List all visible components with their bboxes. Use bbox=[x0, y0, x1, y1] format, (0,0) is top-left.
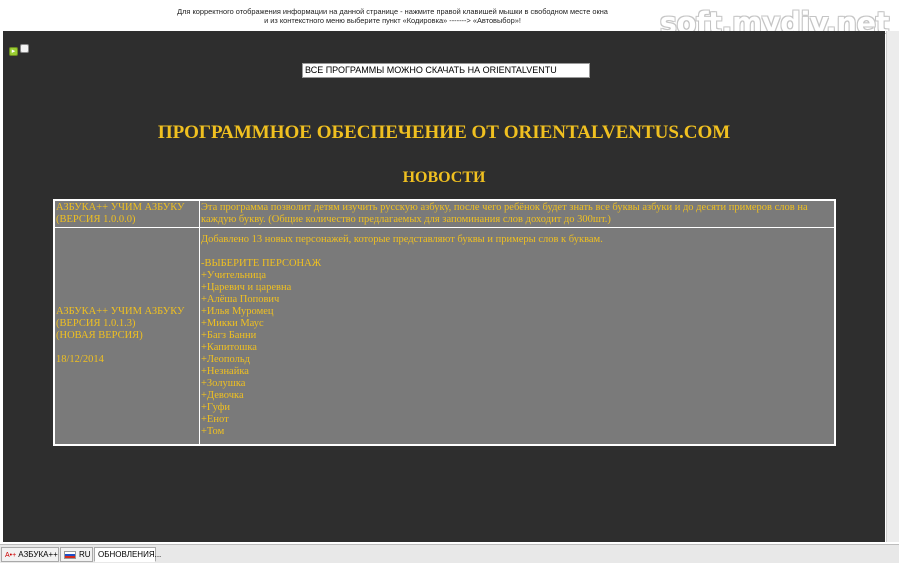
download-banner[interactable]: ВСЕ ПРОГРАММЫ МОЖНО СКАЧАТЬ НА ORIENTALV… bbox=[302, 63, 590, 78]
abc-icon: A•+ bbox=[5, 552, 17, 559]
product-cell: АЗБУКА++ УЧИМ АЗБУКУ (ВЕРСИЯ 1.0.1.3) (Н… bbox=[55, 228, 199, 444]
tab-language[interactable]: RU bbox=[60, 547, 93, 562]
description-cell: Добавлено 13 новых персонажей, которые п… bbox=[200, 228, 834, 444]
list-item: +Незнайка bbox=[201, 366, 249, 377]
news-table: АЗБУКА++ УЧИМ АЗБУКУ (ВЕРСИЯ 1.0.0.0) Эт… bbox=[53, 199, 836, 446]
product-cell: АЗБУКА++ УЧИМ АЗБУКУ (ВЕРСИЯ 1.0.0.0) bbox=[55, 201, 199, 227]
character-list-heading: -ВЫБЕРИТЕ ПЕРСОНАЖ bbox=[201, 258, 322, 269]
russian-flag-icon bbox=[64, 550, 76, 559]
update-intro: Добавлено 13 новых персонажей, которые п… bbox=[201, 234, 603, 245]
page-title: ПРОГРАММНОЕ ОБЕСПЕЧЕНИЕ ОТ ORIENTALVENTU… bbox=[157, 122, 731, 143]
table-row: АЗБУКА++ УЧИМ АЗБУКУ (ВЕРСИЯ 1.0.0.0) Эт… bbox=[55, 201, 834, 227]
list-item: +Учительница bbox=[201, 270, 267, 281]
tab-label: ОБНОВЛЕНИЯ... bbox=[98, 550, 162, 559]
product-version: (ВЕРСИЯ 1.0.1.3) bbox=[56, 318, 136, 329]
list-item: +Девочка bbox=[201, 390, 244, 401]
top-notice-bar: Для корректного отображения информации н… bbox=[0, 0, 899, 40]
product-note: (НОВАЯ ВЕРСИЯ) bbox=[56, 330, 143, 341]
bottom-tab-bar: A•+ АЗБУКА++ RU ОБНОВЛЕНИЯ... bbox=[0, 544, 899, 563]
content-area: ▸ ВСЕ ПРОГРАММЫ МОЖНО СКАЧАТЬ НА ORIENTA… bbox=[3, 31, 885, 542]
tab-updates[interactable]: ОБНОВЛЕНИЯ... bbox=[94, 547, 161, 562]
list-item: +Илья Муромец bbox=[201, 306, 274, 317]
tab-label: АЗБУКА++ bbox=[18, 550, 58, 559]
list-item: +Царевич и царевна bbox=[201, 282, 292, 293]
notice-line-1: Для корректного отображения информации н… bbox=[177, 7, 608, 16]
encoding-notice: Для корректного отображения информации н… bbox=[150, 7, 635, 25]
vertical-scrollbar[interactable] bbox=[886, 31, 899, 542]
description-cell: Эта программа позволит детям изучить рус… bbox=[200, 201, 834, 227]
list-item: +Багз Банни bbox=[201, 330, 257, 341]
media-controls: ▸ bbox=[9, 40, 31, 56]
tab-label: RU bbox=[79, 550, 91, 559]
list-item: +Микки Маус bbox=[201, 318, 264, 329]
list-item: +Том bbox=[201, 426, 225, 437]
tab-app[interactable]: A•+ АЗБУКА++ bbox=[1, 547, 59, 562]
notice-line-2: и из контекстного меню выберите пункт «К… bbox=[264, 16, 521, 25]
play-icon[interactable]: ▸ bbox=[9, 47, 18, 56]
product-name: АЗБУКА++ УЧИМ АЗБУКУ bbox=[56, 202, 185, 213]
product-version: (ВЕРСИЯ 1.0.0.0) bbox=[56, 214, 136, 225]
list-item: +Капитошка bbox=[201, 342, 257, 353]
list-item: +Алёша Попович bbox=[201, 294, 280, 305]
list-item: +Енот bbox=[201, 414, 229, 425]
list-item: +Леопольд bbox=[201, 354, 250, 365]
product-name: АЗБУКА++ УЧИМ АЗБУКУ bbox=[56, 306, 185, 317]
news-heading: НОВОСТИ bbox=[402, 169, 486, 186]
list-item: +Золушка bbox=[201, 378, 246, 389]
table-row: АЗБУКА++ УЧИМ АЗБУКУ (ВЕРСИЯ 1.0.1.3) (Н… bbox=[55, 228, 834, 444]
list-item: +Гуфи bbox=[201, 402, 231, 413]
stop-icon[interactable] bbox=[20, 44, 29, 53]
product-description: Эта программа позволит детям изучить рус… bbox=[201, 202, 808, 225]
release-date: 18/12/2014 bbox=[56, 354, 104, 365]
